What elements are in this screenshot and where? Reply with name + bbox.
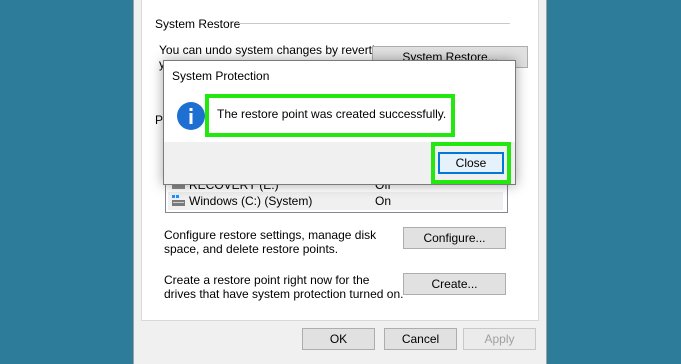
list-item[interactable]: Windows (C:) (System) On <box>168 192 503 210</box>
drive-name: Windows (C:) (System) <box>189 194 313 208</box>
section-divider <box>236 23 510 24</box>
system-restore-section-label: System Restore <box>155 17 241 31</box>
create-description: Create a restore point right now for the… <box>164 273 404 301</box>
undo-description-line1: You can undo system changes by reverting <box>159 43 389 57</box>
system-drive-icon <box>172 195 185 206</box>
configure-button[interactable]: Configure... <box>403 227 506 249</box>
message-highlight-box <box>205 94 455 137</box>
cancel-button[interactable]: Cancel <box>384 328 457 350</box>
apply-button: Apply <box>463 328 536 350</box>
drive-status: On <box>375 194 392 208</box>
create-button[interactable]: Create... <box>403 273 506 295</box>
ok-button[interactable]: OK <box>302 328 375 350</box>
configure-description: Configure restore settings, manage disk … <box>164 228 377 256</box>
dialog-title: System Protection <box>172 69 270 83</box>
close-highlight-box <box>431 142 511 184</box>
protection-settings-section-label: P <box>155 113 164 127</box>
info-icon <box>177 102 205 130</box>
